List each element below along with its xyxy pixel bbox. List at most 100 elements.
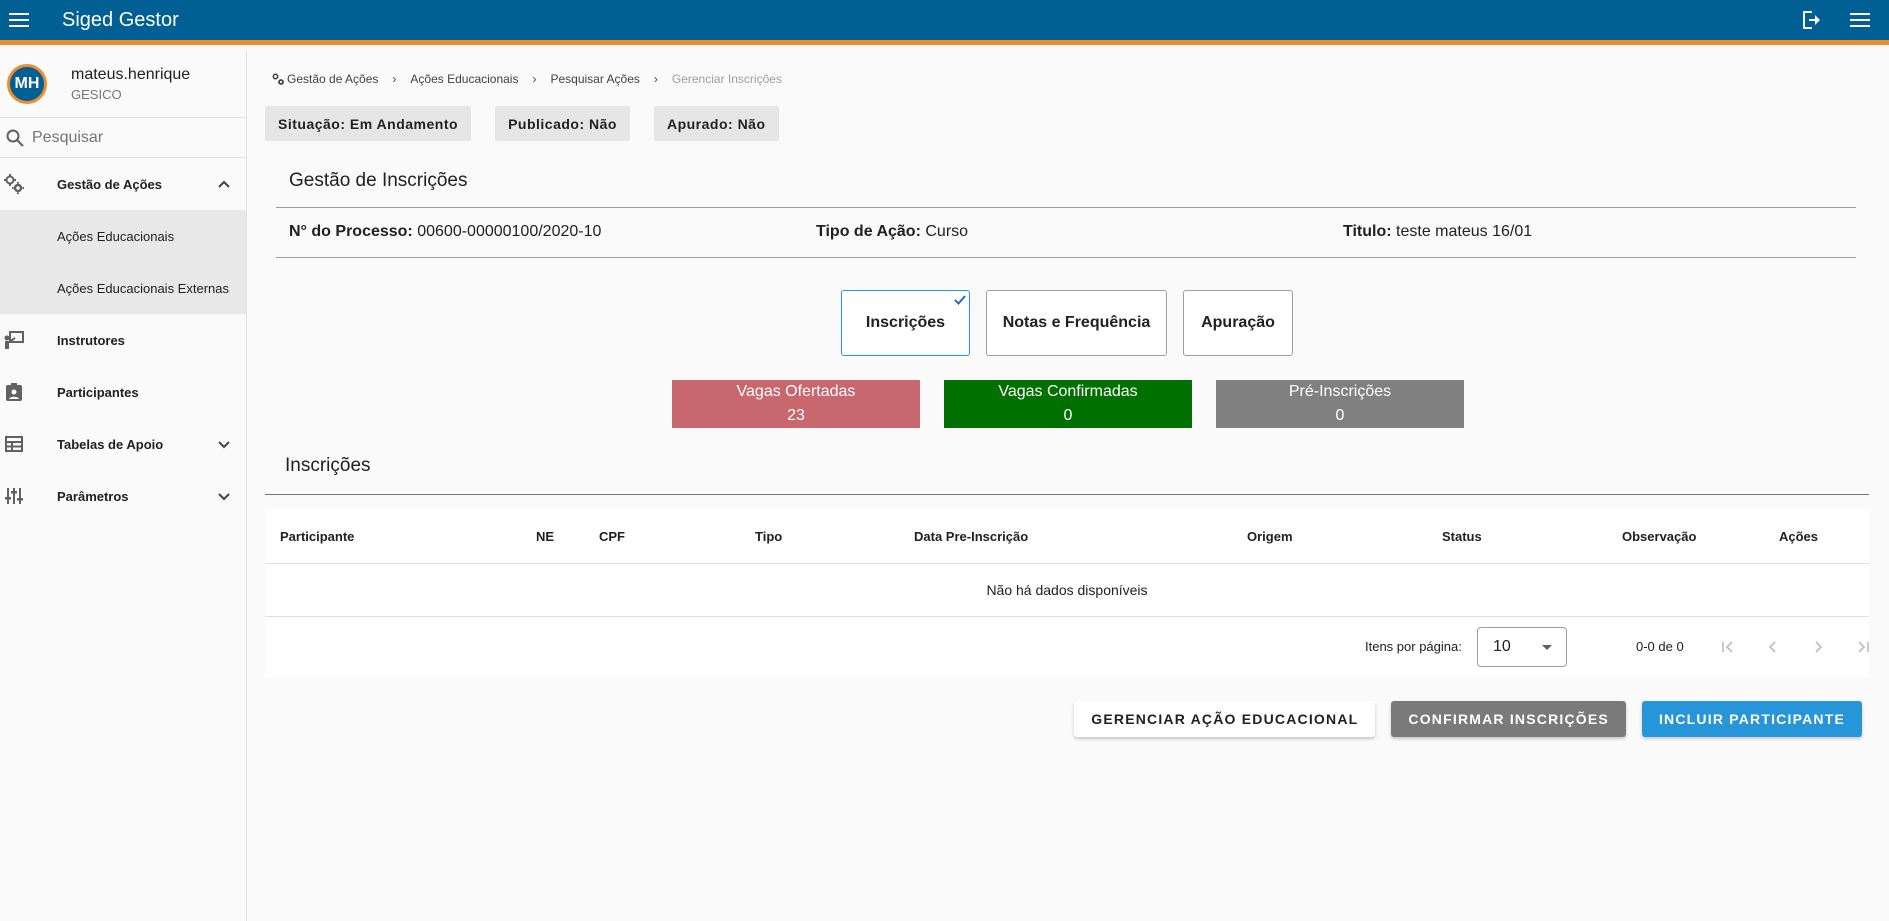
chevron-down-icon <box>218 493 230 501</box>
sidebar-item-participantes[interactable]: Participantes <box>0 366 246 418</box>
instructor-icon <box>3 329 25 351</box>
column-header[interactable]: Data Pre-Inscrição <box>914 529 1028 544</box>
sidebar-item-tabelas-apoio[interactable]: Tabelas de Apoio <box>0 418 246 470</box>
type-label: Tipo de Ação: <box>816 223 921 240</box>
sidebar-item-label: Parâmetros <box>57 488 129 504</box>
action-type: Tipo de Ação: Curso <box>816 223 968 241</box>
chip-publicado: Publicado: Não <box>495 106 630 141</box>
items-per-page-select[interactable]: 10 <box>1477 627 1567 667</box>
stat-value: 23 <box>787 407 805 424</box>
paginator: Itens por página: 10 0-0 de 0 <box>265 617 1869 677</box>
main-content: Gestão de Ações › Ações Educacionais › P… <box>247 50 1889 921</box>
user-org: GESICO <box>71 86 122 102</box>
stat-vagas-ofertadas: Vagas Ofertadas 23 <box>672 380 920 428</box>
process-value: 00600-00000100/2020-10 <box>417 223 602 240</box>
title-value: teste mateus 16/01 <box>1396 223 1533 240</box>
chevron-up-icon <box>218 180 230 188</box>
breadcrumb-item[interactable]: Gestão de Ações <box>287 72 378 86</box>
badge-icon <box>3 381 25 403</box>
sidebar-subitem-acoes-educacionais[interactable]: Ações Educacionais <box>0 210 246 262</box>
column-header[interactable]: Status <box>1442 529 1482 544</box>
tab-label: Notas e Frequência <box>1002 314 1151 331</box>
column-header[interactable]: Origem <box>1247 529 1293 544</box>
sidebar-item-instrutores[interactable]: Instrutores <box>0 314 246 366</box>
sidebar-item-gestao-acoes[interactable]: Gestão de Ações <box>0 158 246 210</box>
sidebar-item-label: Instrutores <box>57 332 125 348</box>
stat-value: 0 <box>1063 407 1073 424</box>
sidebar-item-label: Participantes <box>57 384 139 400</box>
tab-inscricoes[interactable]: Inscrições <box>841 290 970 356</box>
chevron-right-icon: › <box>392 72 397 86</box>
inscricoes-table: Participante NE CPF Tipo Data Pre-Inscri… <box>265 509 1869 677</box>
sidebar-search <box>0 118 246 158</box>
next-page-icon[interactable] <box>1806 635 1830 659</box>
items-per-page-value: 10 <box>1493 638 1511 655</box>
dropdown-arrow-icon <box>1542 645 1552 650</box>
table-header: Participante NE CPF Tipo Data Pre-Inscri… <box>265 509 1869 564</box>
stat-label: Pré-Inscrições <box>1288 383 1392 400</box>
sidebar-item-parametros[interactable]: Parâmetros <box>0 470 246 522</box>
breadcrumb-item[interactable]: Ações Educacionais <box>410 72 518 86</box>
gears-icon <box>3 173 25 195</box>
user-panel: MH mateus.henrique GESICO <box>0 50 246 118</box>
breadcrumb-item[interactable]: Pesquisar Ações <box>550 72 639 86</box>
include-participant-button[interactable]: INCLUIR PARTICIPANTE <box>1641 701 1862 737</box>
previous-page-icon[interactable] <box>1761 635 1785 659</box>
inscricoes-title: Inscrições <box>285 455 371 476</box>
table-icon <box>3 433 25 455</box>
empty-message: Não há dados disponíveis <box>265 564 1869 617</box>
menu-right-icon[interactable] <box>1845 5 1875 35</box>
column-header[interactable]: NE <box>536 529 554 544</box>
chevron-right-icon: › <box>532 72 537 86</box>
manage-action-button[interactable]: GERENCIAR AÇÃO EDUCACIONAL <box>1074 701 1376 737</box>
menu-icon[interactable] <box>0 3 38 37</box>
process-info: N° do Processo: 00600-00000100/2020-10 T… <box>276 207 1856 258</box>
app-title: Siged Gestor <box>62 8 179 31</box>
column-header: Ações <box>1779 529 1819 544</box>
sidebar-subitem-acoes-externas[interactable]: Ações Educacionais Externas <box>0 262 246 314</box>
items-per-page-label: Itens por página: <box>1365 639 1462 654</box>
sidebar-item-label: Tabelas de Apoio <box>57 436 164 452</box>
breadcrumb: Gestão de Ações › Ações Educacionais › P… <box>271 72 782 86</box>
chip-situacao: Situação: Em Andamento <box>265 106 472 141</box>
confirm-inscriptions-button[interactable]: CONFIRMAR INSCRIÇÕES <box>1391 701 1626 737</box>
stat-label: Vagas Ofertadas <box>736 383 856 400</box>
column-header[interactable]: Tipo <box>755 529 782 544</box>
action-title: Titulo: teste mateus 16/01 <box>1343 223 1532 241</box>
sliders-icon <box>3 485 25 507</box>
process-label: N° do Processo: <box>289 223 413 240</box>
title-label: Titulo: <box>1343 223 1392 240</box>
status-chips: Situação: Em Andamento Publicado: Não Ap… <box>265 106 779 141</box>
stat-vagas-confirmadas: Vagas Confirmadas 0 <box>944 380 1192 428</box>
action-buttons: GERENCIAR AÇÃO EDUCACIONAL CONFIRMAR INS… <box>1074 701 1862 737</box>
chevron-right-icon: › <box>653 72 658 86</box>
breadcrumb-current: Gerenciar Inscrições <box>671 72 782 86</box>
sidebar-item-label: Gestão de Ações <box>57 176 163 192</box>
tab-notas-frequencia[interactable]: Notas e Frequência <box>986 290 1167 356</box>
top-app-bar: Siged Gestor <box>0 0 1889 45</box>
process-number: N° do Processo: 00600-00000100/2020-10 <box>289 223 601 241</box>
stats-row: Vagas Ofertadas 23 Vagas Confirmadas 0 P… <box>672 380 1464 428</box>
column-header[interactable]: Participante <box>280 529 354 544</box>
user-name: mateus.henrique <box>71 65 191 83</box>
logout-icon[interactable] <box>1797 5 1827 35</box>
column-header[interactable]: CPF <box>599 529 625 544</box>
tab-label: Apuração <box>1201 314 1275 331</box>
stat-label: Vagas Confirmadas <box>998 383 1138 400</box>
last-page-icon[interactable] <box>1851 635 1875 659</box>
chip-apurado: Apurado: Não <box>653 106 779 141</box>
search-icon <box>6 129 24 147</box>
sidebar: MH mateus.henrique GESICO Gestão de Açõe… <box>0 50 247 921</box>
divider <box>265 494 1869 495</box>
search-input[interactable] <box>32 128 232 147</box>
tab-apuracao[interactable]: Apuração <box>1183 290 1293 356</box>
avatar[interactable]: MH <box>7 63 47 104</box>
tab-group: Inscrições Notas e Frequência Apuração <box>841 290 1293 356</box>
column-header[interactable]: Observação <box>1622 529 1696 544</box>
gears-icon <box>272 73 284 85</box>
stat-value: 0 <box>1335 407 1345 424</box>
type-value: Curso <box>925 223 969 240</box>
tab-label: Inscrições <box>865 314 946 331</box>
chevron-down-icon <box>218 441 230 449</box>
first-page-icon[interactable] <box>1716 635 1740 659</box>
